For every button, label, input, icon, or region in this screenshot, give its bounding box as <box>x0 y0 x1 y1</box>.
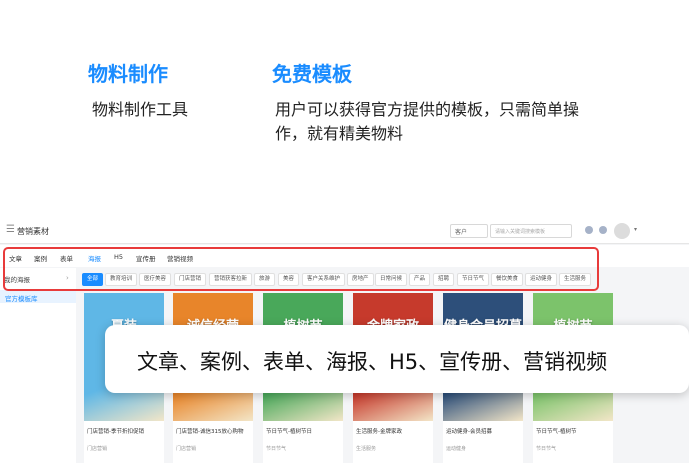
card-title: 节日节气-植树节日 <box>266 429 312 435</box>
app-header: ☰ 营销素材 客户 请输入关键词搜索模板 ▾ <box>0 218 689 244</box>
help-icon[interactable] <box>585 226 593 234</box>
settings-icon[interactable] <box>599 226 607 234</box>
card-title: 节日节气-植树节 <box>536 429 577 435</box>
feature-desc-material: 物料制作工具 <box>92 100 189 119</box>
sidebar-item-label: 官方模板库 <box>5 295 38 303</box>
sidebar: 我的海报 › 官方模板库 <box>0 268 76 463</box>
card-category: 门店营销 <box>176 446 197 452</box>
avatar[interactable] <box>614 223 630 239</box>
highlight-frame <box>3 247 599 291</box>
card-title: 运动健身-会员招募 <box>446 429 492 435</box>
content-types-callout: 文章、案例、表单、海报、H5、宣传册、营销视频 <box>105 325 689 393</box>
chevron-down-icon[interactable]: ▾ <box>634 226 637 233</box>
content-types-text: 文章、案例、表单、海报、H5、宣传册、营销视频 <box>137 350 608 374</box>
sidebar-item-official-templates[interactable]: 官方模板库 <box>0 290 76 303</box>
menu-icon[interactable]: ☰ <box>6 224 15 235</box>
card-title: 门店营销-季节折扣促销 <box>87 429 144 435</box>
feature-desc-templates: 用户可以获得官方提供的模板，只需简单操作，就有精美物料 <box>275 100 580 143</box>
app-title: 营销素材 <box>17 227 49 236</box>
card-category: 生活服务 <box>356 446 377 452</box>
feature-title-templates: 免费模板 <box>272 62 352 86</box>
card-title: 生活服务-金牌家政 <box>356 429 402 435</box>
search-input[interactable]: 请输入关键词搜索模板 <box>490 224 572 238</box>
card-category: 门店营销 <box>87 446 108 452</box>
card-category: 节日节气 <box>266 446 287 452</box>
type-select[interactable]: 客户 <box>450 224 488 238</box>
card-title: 门店营销-诚信315放心购物 <box>176 429 244 435</box>
card-category: 运动健身 <box>446 446 467 452</box>
card-category: 节日节气 <box>536 446 557 452</box>
feature-title-material: 物料制作 <box>88 62 168 86</box>
